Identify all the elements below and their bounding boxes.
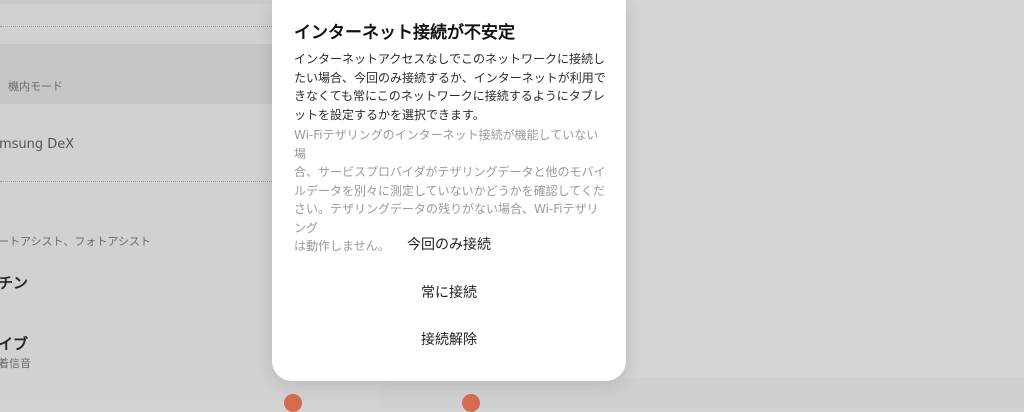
selected-settings-row[interactable]: [0, 44, 272, 104]
right-settings-panel: [626, 0, 1024, 401]
section-divider: [0, 181, 272, 182]
samsung-dex-label: msung DeX: [0, 137, 75, 152]
vibration-label: イブ: [0, 335, 29, 353]
disconnect-button[interactable]: 接続解除: [272, 321, 626, 359]
dialog-primary-description: インターネットアクセスなしでこのネットワークに接続し たい場合、今回のみ接続する…: [294, 52, 606, 122]
assist-settings-label: ートアシスト、フォトアシスト: [0, 235, 151, 248]
dialog-title: インターネット接続が不安定: [294, 23, 515, 43]
ringtone-sub-label: 着信音: [0, 357, 31, 370]
airplane-mode-label: 機内モード: [8, 80, 63, 93]
toggle-indicator[interactable]: [284, 394, 302, 412]
toggle-indicator[interactable]: [462, 394, 480, 412]
unstable-internet-dialog: インターネット接続が不安定 インターネットアクセスなしでこのネットワークに接続し…: [272, 0, 626, 381]
always-connect-button[interactable]: 常に接続: [272, 274, 626, 312]
section-divider: [0, 26, 272, 27]
routine-label: チン: [0, 274, 29, 292]
connect-once-button[interactable]: 今回のみ接続: [272, 226, 626, 264]
